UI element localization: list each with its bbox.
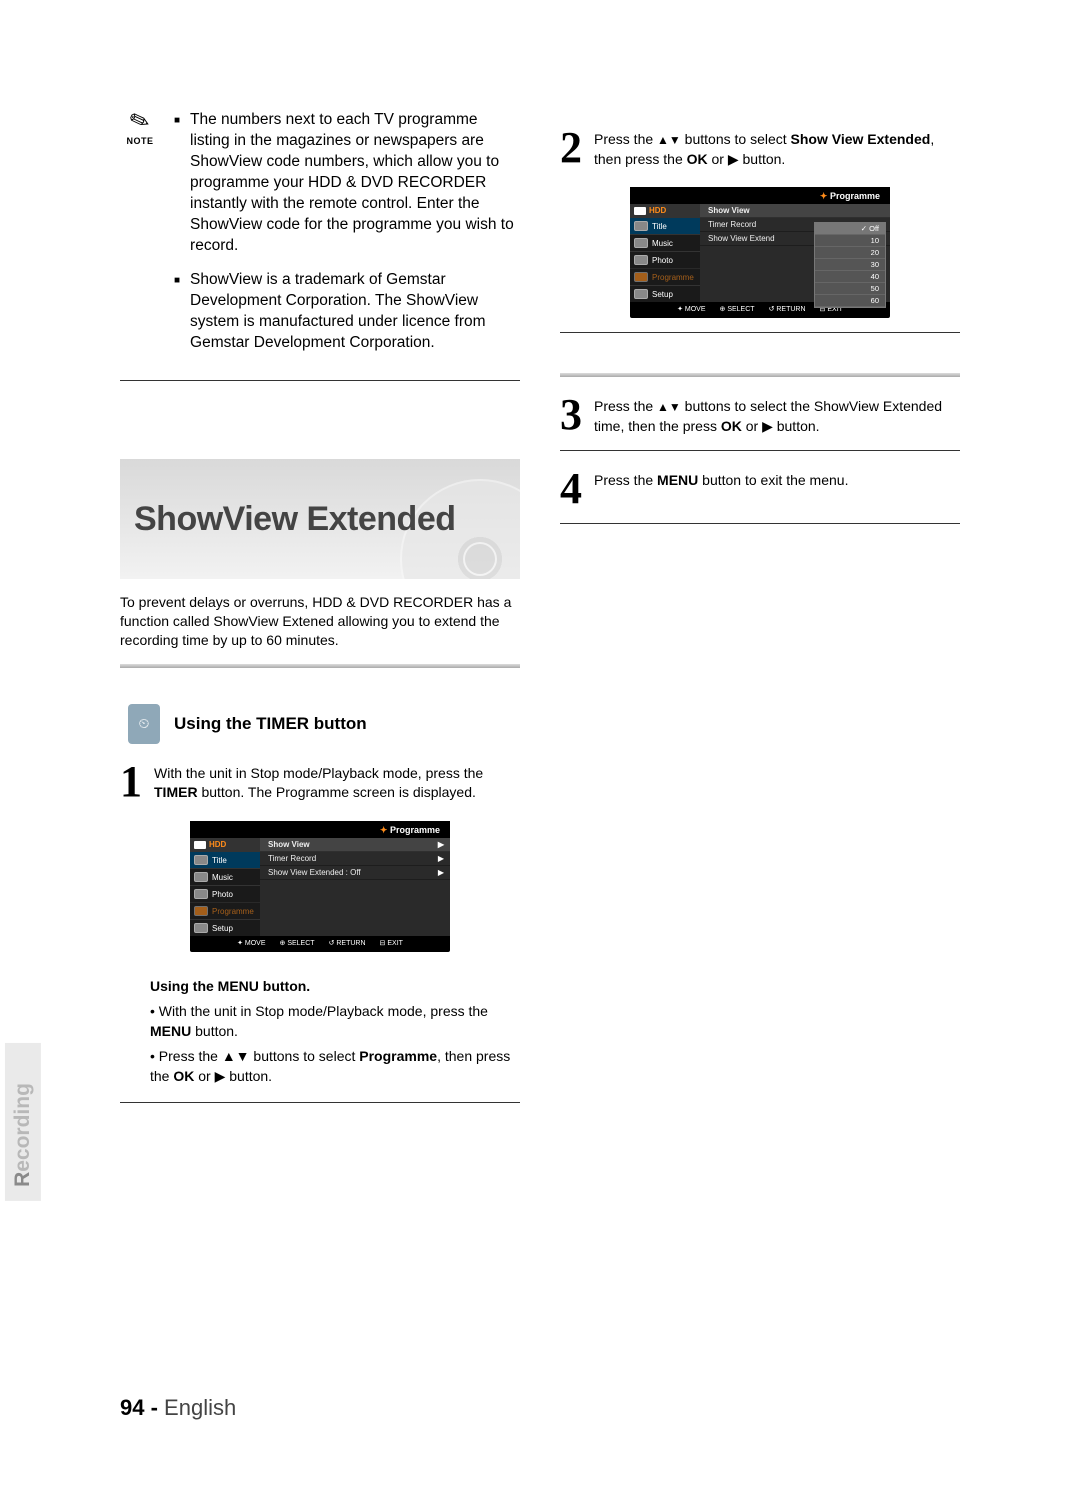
osd-tab: Programme — [190, 902, 260, 919]
osd-submenu-item: 50 — [815, 283, 885, 295]
page-number: 94 - — [120, 1395, 158, 1420]
side-label-accent: R — [11, 1172, 34, 1187]
divider — [120, 1102, 520, 1103]
osd-tab: Photo — [190, 885, 260, 902]
chapter-side-label: Recording — [0, 840, 48, 1140]
osd-tab: Title — [630, 217, 700, 234]
step-number: 3 — [560, 395, 582, 436]
page-language: English — [164, 1395, 236, 1420]
step-text: Press the ▲▼ buttons to select Show View… — [594, 128, 960, 169]
osd-footer: ✦ MOVE ⊕ SELECT ↺ RETURN ⊟ EXIT — [190, 936, 450, 950]
step-text: Press the MENU button to exit the menu. — [594, 469, 848, 509]
osd-row: Show View — [700, 204, 890, 218]
osd-submenu-item: Off — [815, 223, 885, 235]
page-footer: 94 - English — [120, 1395, 236, 1421]
section-title: Using the TIMER button — [174, 714, 367, 734]
osd-submenu-item: 60 — [815, 295, 885, 307]
osd-row: Timer Record▶ — [260, 852, 450, 866]
submethod-heading: Using the MENU button. — [150, 978, 520, 994]
feature-intro: To prevent delays or overruns, HDD & DVD… — [120, 593, 520, 650]
step-text: With the unit in Stop mode/Playback mode… — [154, 762, 520, 803]
sub-bullet: • With the unit in Stop mode/Playback mo… — [150, 1002, 520, 1041]
note-label: NOTE — [126, 136, 153, 146]
osd-hdd-label: HDD — [630, 204, 700, 217]
divider — [560, 450, 960, 451]
step-number: 1 — [120, 762, 142, 803]
osd-tab: Music — [630, 234, 700, 251]
note-block: ✎ NOTE ■ The numbers next to each TV pro… — [120, 110, 520, 368]
step-2: 2 Press the ▲▼ buttons to select Show Vi… — [560, 128, 960, 169]
note-bullet: ■ The numbers next to each TV programme … — [174, 110, 520, 256]
sub-bullet-text: • Press the ▲▼ buttons to select Program… — [150, 1047, 520, 1086]
osd-tab: Title — [190, 851, 260, 868]
thick-divider — [560, 373, 960, 377]
divider — [560, 332, 960, 333]
osd-submenu: Off 10 20 30 40 50 60 — [814, 222, 886, 308]
osd-tab: Setup — [630, 285, 700, 302]
osd-tab: Music — [190, 868, 260, 885]
step-number: 2 — [560, 128, 582, 169]
osd-tab: Setup — [190, 919, 260, 936]
feature-banner: ShowView Extended — [120, 459, 520, 579]
osd-screenshot-2: Programme HDD Title Music Photo Programm… — [630, 187, 890, 318]
osd-screenshot-1: Programme HDD Title Music Photo Programm… — [190, 821, 450, 952]
bullet-icon: ■ — [174, 274, 180, 354]
feature-title: ShowView Extended — [134, 500, 456, 539]
osd-row: Show View Extended : Off▶ — [260, 866, 450, 880]
bullet-icon: ■ — [174, 114, 180, 256]
osd-submenu-item: 10 — [815, 235, 885, 247]
note-bullet-text: The numbers next to each TV programme li… — [190, 110, 520, 256]
osd-tab: Photo — [630, 251, 700, 268]
step-3: 3 Press the ▲▼ buttons to select the Sho… — [560, 395, 960, 436]
note-bullet-text: ShowView is a trademark of Gemstar Devel… — [190, 270, 520, 354]
side-label-rest: ecording — [11, 1083, 34, 1172]
osd-tab: Programme — [630, 268, 700, 285]
thick-divider — [120, 664, 520, 668]
osd-submenu-item: 20 — [815, 247, 885, 259]
divider — [560, 523, 960, 524]
osd-hdd-label: HDD — [190, 838, 260, 851]
osd-header-label: Programme — [380, 825, 440, 835]
pencil-icon: ✎ — [126, 107, 153, 136]
section-heading: ⏲ Using the TIMER button — [128, 704, 520, 744]
step-4: 4 Press the MENU button to exit the menu… — [560, 469, 960, 509]
step-text: Press the ▲▼ buttons to select the ShowV… — [594, 395, 960, 436]
note-bullet: ■ ShowView is a trademark of Gemstar Dev… — [174, 270, 520, 354]
step-number: 4 — [560, 469, 582, 509]
step-1: 1 With the unit in Stop mode/Playback mo… — [120, 762, 520, 803]
osd-header-label: Programme — [820, 191, 880, 201]
divider — [120, 380, 520, 381]
osd-submenu-item: 30 — [815, 259, 885, 271]
sub-bullet: • Press the ▲▼ buttons to select Program… — [150, 1047, 520, 1086]
osd-row: Show View▶ — [260, 838, 450, 852]
remote-icon: ⏲ — [128, 704, 160, 744]
osd-submenu-item: 40 — [815, 271, 885, 283]
sub-bullet-text: • With the unit in Stop mode/Playback mo… — [150, 1002, 520, 1041]
